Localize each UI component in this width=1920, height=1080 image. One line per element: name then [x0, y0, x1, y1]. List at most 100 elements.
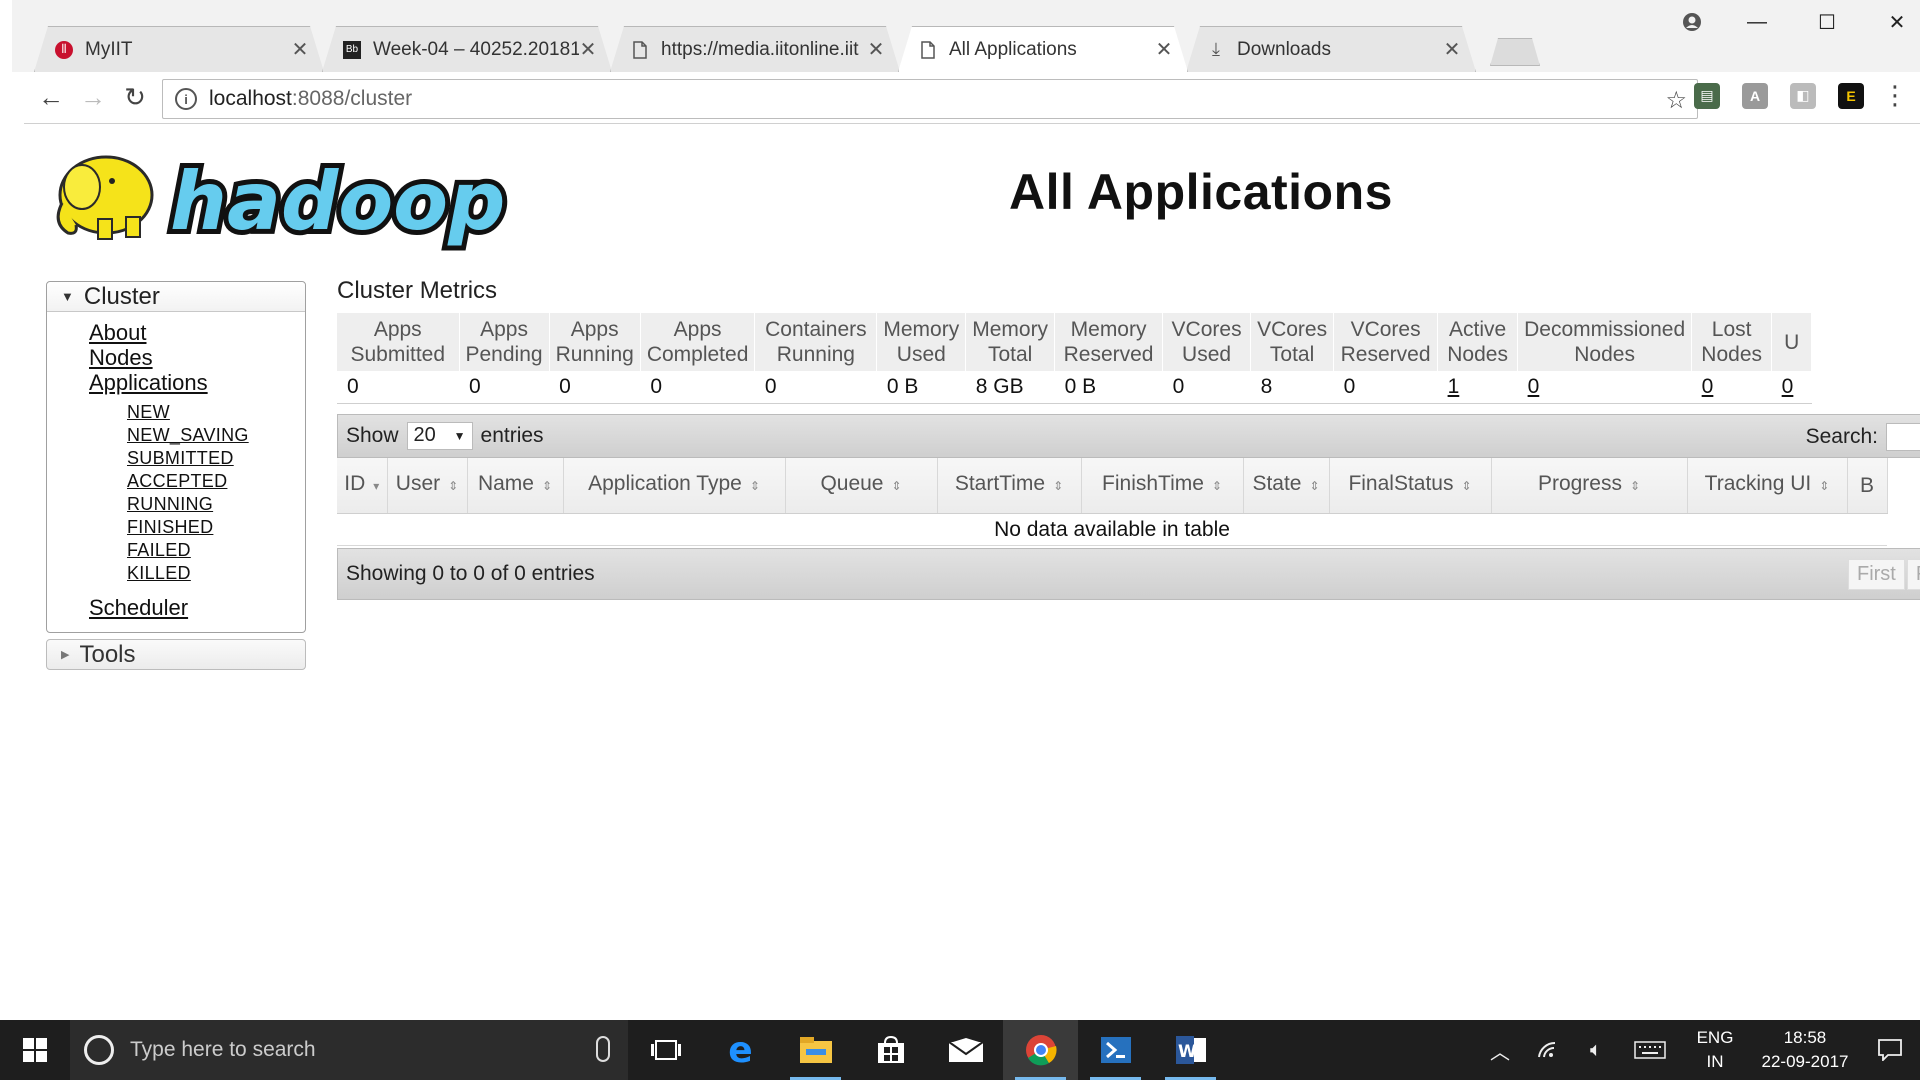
metric-value: 0 [1343, 374, 1356, 398]
powershell-icon[interactable] [1078, 1020, 1153, 1080]
show-hidden-icons-chevron-icon[interactable]: ︿ [1476, 1036, 1524, 1065]
column-header-starttime[interactable]: StartTime ⇕ [937, 457, 1082, 514]
search-input[interactable] [1886, 422, 1920, 451]
info-icon[interactable]: i [175, 88, 197, 110]
microphone-icon[interactable] [596, 1036, 610, 1062]
state-link-accepted[interactable]: ACCEPTED [127, 470, 305, 493]
first-page-button[interactable]: First [1847, 559, 1905, 590]
metric-value-link[interactable]: 0 [1528, 375, 1540, 398]
tools-panel-header[interactable]: ▶ Tools [46, 639, 306, 670]
metric-value: 0 [469, 374, 481, 398]
state-link-new-saving[interactable]: NEW_SAVING [127, 424, 305, 447]
shield-extension-icon[interactable]: ◧ [1790, 82, 1816, 109]
hadoop-logo: hadoop hadoop [56, 150, 508, 252]
browser-tab[interactable]: ⦀ MyIIT ✕ [34, 26, 324, 72]
state-link-failed[interactable]: FAILED [127, 539, 305, 562]
tab-close-icon[interactable]: ✕ [1155, 37, 1173, 62]
column-header-application-type[interactable]: Application Type ⇕ [563, 457, 786, 514]
state-link-new[interactable]: NEW [127, 401, 305, 424]
metric-header: Apps Submitted [337, 313, 460, 371]
nav-link-scheduler[interactable]: Scheduler [89, 595, 305, 620]
evernote-extension-icon[interactable]: E [1838, 82, 1864, 109]
state-link-submitted[interactable]: SUBMITTED [127, 447, 305, 470]
close-window-button[interactable]: ✕ [1862, 0, 1920, 44]
tab-close-icon[interactable]: ✕ [867, 37, 885, 62]
column-header-label: Queue [820, 472, 884, 496]
chrome-taskbar-icon[interactable] [1003, 1020, 1078, 1080]
volume-icon[interactable]: 🔈︎ [1572, 1039, 1620, 1062]
column-header-tracking-ui[interactable]: Tracking UI ⇕ [1687, 457, 1848, 514]
browser-tab[interactable]: https://media.iitonline.iit ✕ [610, 26, 900, 72]
metric-value-cell: 0 [1771, 371, 1812, 404]
store-icon[interactable] [853, 1020, 928, 1080]
action-center-icon[interactable] [1860, 1039, 1920, 1061]
column-header-finishtime[interactable]: FinishTime ⇕ [1081, 457, 1244, 514]
minimize-button[interactable]: — [1722, 0, 1792, 44]
browser-tab[interactable]: Bb Week-04 – 40252.20181(✕ [322, 26, 612, 72]
column-header-state[interactable]: State ⇕ [1243, 457, 1330, 514]
metric-value-link[interactable]: 0 [1782, 375, 1794, 398]
extensions-area: ▤ A ◧ E ⋮ [1672, 80, 1908, 111]
back-button[interactable]: ← [30, 78, 72, 118]
column-header-name[interactable]: Name ⇕ [467, 457, 564, 514]
windows-start-button[interactable] [0, 1020, 70, 1080]
browser-tab[interactable]: ⤓ Downloads ✕ [1186, 26, 1476, 72]
page-icon [631, 41, 649, 59]
metric-value: 0 [559, 374, 571, 398]
tab-close-icon[interactable]: ✕ [579, 37, 597, 62]
pagination: First Pre [1846, 559, 1920, 590]
column-header-id[interactable]: ID ▾ [337, 457, 388, 514]
previous-page-button[interactable]: Pre [1906, 559, 1920, 590]
profile-icon[interactable] [1662, 0, 1722, 44]
nav-link-applications[interactable]: Applications [89, 370, 305, 395]
browser-tab[interactable]: All Applications ✕ [898, 26, 1188, 72]
column-header-finalstatus[interactable]: FinalStatus ⇕ [1329, 457, 1492, 514]
chrome-menu-icon[interactable]: ⋮ [1882, 80, 1908, 111]
maximize-button[interactable]: ☐ [1792, 0, 1862, 44]
metric-header: VCores Reserved [1333, 313, 1439, 371]
tab-close-icon[interactable]: ✕ [1443, 37, 1461, 62]
nav-link-about[interactable]: About [89, 320, 305, 345]
entries-label: entries [480, 423, 544, 447]
svg-text:W: W [1178, 1042, 1197, 1062]
column-header-label: FinishTime [1102, 472, 1204, 496]
empty-table-message: No data available in table [337, 513, 1887, 546]
expanded-triangle-icon: ▼ [61, 289, 74, 304]
edge-icon[interactable]: e [703, 1020, 778, 1080]
metric-value-cell: 0 [337, 371, 459, 404]
wifi-icon[interactable] [1524, 1041, 1572, 1059]
metric-value-link[interactable]: 0 [1702, 375, 1714, 398]
tab-close-icon[interactable]: ✕ [291, 37, 309, 62]
metric-value-cell: 0 [1162, 371, 1251, 404]
column-header-progress[interactable]: Progress ⇕ [1491, 457, 1688, 514]
state-link-running[interactable]: RUNNING [127, 493, 305, 516]
reload-button[interactable]: ↻ [114, 78, 156, 118]
state-link-killed[interactable]: KILLED [127, 562, 305, 585]
metric-header: Memory Total [965, 313, 1056, 371]
state-link-finished[interactable]: FINISHED [127, 516, 305, 539]
input-language[interactable]: ENG IN [1680, 1026, 1750, 1074]
nav-link-nodes[interactable]: Nodes [89, 345, 305, 370]
iit-favicon-icon: ⦀ [55, 41, 73, 59]
metric-header-line: Apps [673, 318, 722, 341]
metric-header: Containers Running [754, 313, 878, 371]
address-bar[interactable]: i localhost:8088/cluster ☆ [162, 79, 1698, 119]
translate-extension-icon[interactable]: A [1742, 82, 1768, 109]
metric-value-cell: 0 [754, 371, 877, 404]
taskbar-search[interactable]: Type here to search [70, 1020, 628, 1080]
word-icon[interactable]: W [1153, 1020, 1228, 1080]
mail-icon[interactable] [928, 1020, 1003, 1080]
keyboard-icon[interactable] [1620, 1041, 1680, 1059]
forward-button[interactable]: → [72, 78, 114, 118]
cast-extension-icon[interactable]: ▤ [1694, 82, 1720, 109]
cluster-header[interactable]: ▼ Cluster [47, 282, 305, 312]
file-explorer-icon[interactable] [778, 1020, 853, 1080]
column-header-b[interactable]: B [1847, 457, 1888, 514]
task-view-icon[interactable] [628, 1020, 703, 1080]
column-header-user[interactable]: User ⇕ [387, 457, 468, 514]
column-header-queue[interactable]: Queue ⇕ [785, 457, 938, 514]
metric-value-link[interactable]: 1 [1448, 375, 1460, 398]
new-tab-button[interactable] [1490, 38, 1540, 66]
page-length-select[interactable]: 20 ▼ [406, 421, 473, 450]
clock[interactable]: 18:58 22-09-2017 [1750, 1026, 1860, 1074]
